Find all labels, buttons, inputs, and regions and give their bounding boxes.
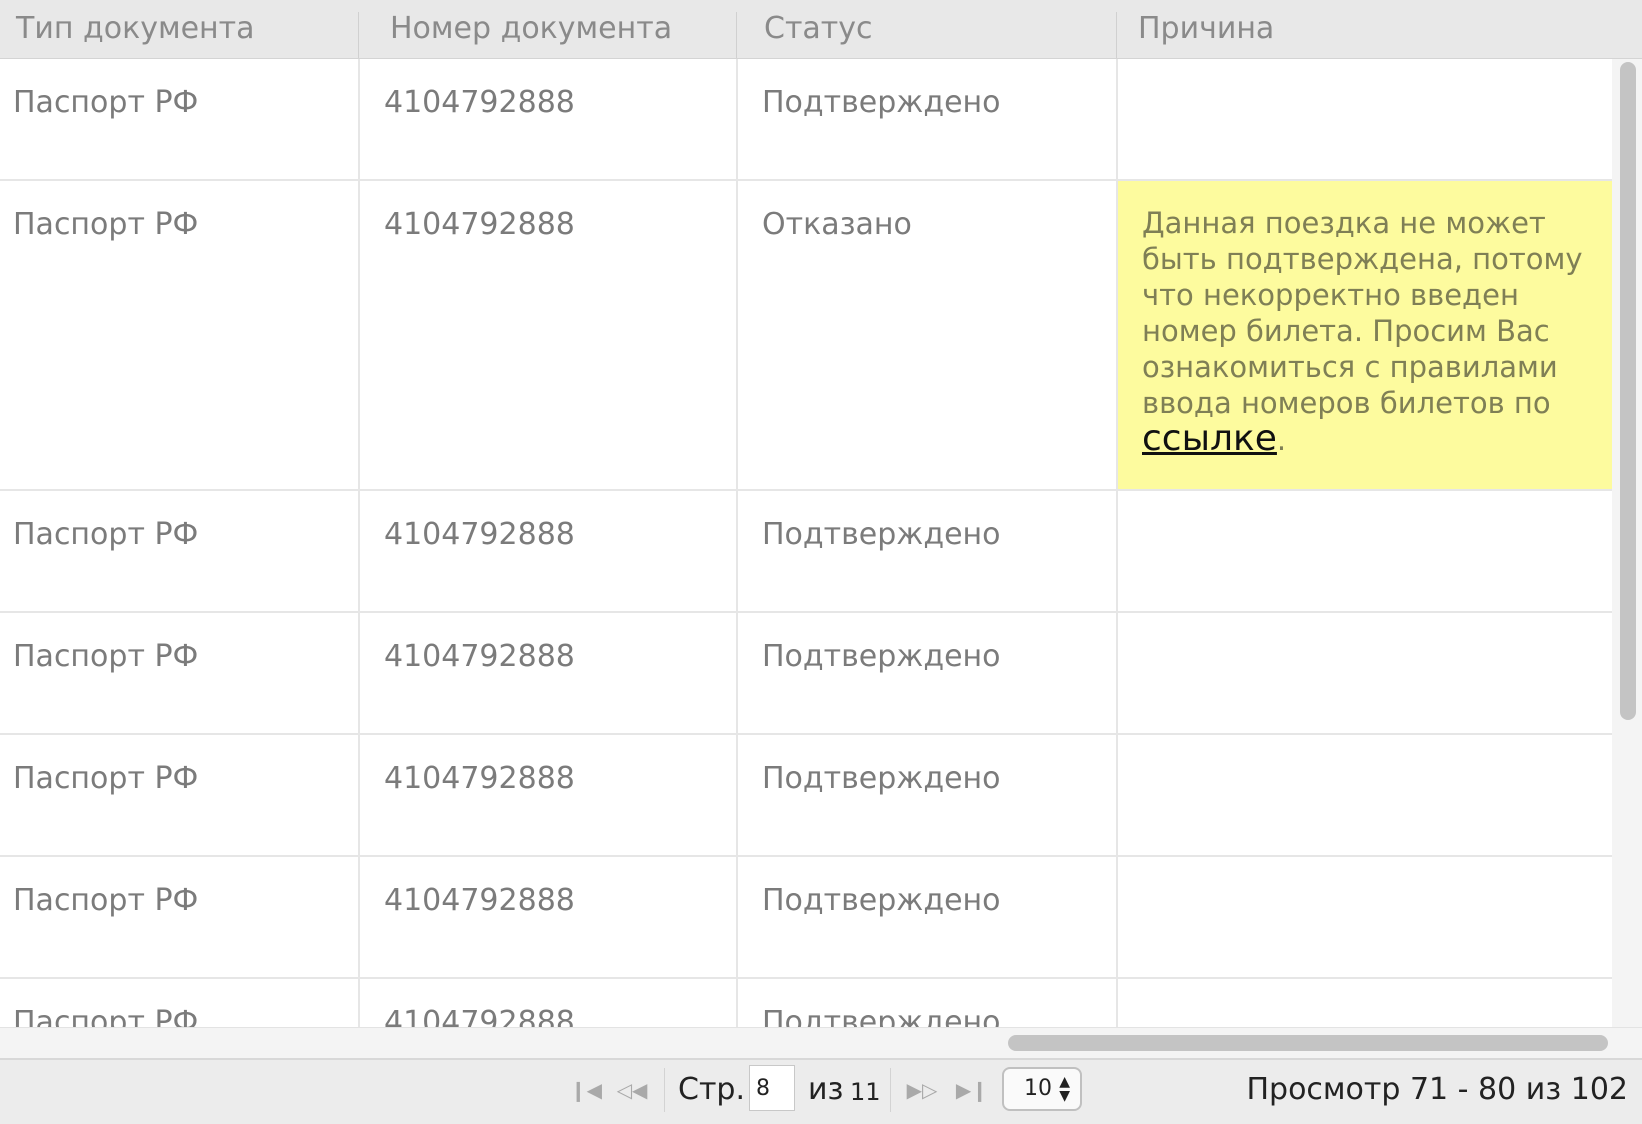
cell-reason: [1118, 59, 1612, 181]
cell-doc-number: 4104792888: [360, 613, 738, 735]
cell-status: Подтверждено: [738, 979, 1118, 1027]
cell-doc-number: 4104792888: [360, 491, 738, 613]
table-row[interactable]: Паспорт РФ 4104792888 Подтверждено: [0, 979, 1612, 1027]
page-number-input[interactable]: [749, 1065, 795, 1111]
reason-period: .: [1276, 423, 1287, 457]
cell-doc-number: 4104792888: [360, 59, 738, 181]
records-info: Просмотр 71 - 80 из 102: [1246, 1072, 1628, 1107]
table-row[interactable]: Паспорт РФ 4104792888 Подтверждено: [0, 59, 1612, 181]
cell-doc-type: Паспорт РФ: [0, 613, 360, 735]
cell-doc-type: Паспорт РФ: [0, 979, 360, 1027]
vertical-scrollbar-thumb[interactable]: [1620, 62, 1636, 720]
cell-doc-number: 4104792888: [360, 181, 738, 491]
next-page-icon[interactable]: ▶▷: [904, 1074, 940, 1106]
cell-doc-number: 4104792888: [360, 979, 738, 1027]
cell-doc-number: 4104792888: [360, 857, 738, 979]
cell-status: Подтверждено: [738, 613, 1118, 735]
cell-status: Отказано: [738, 181, 1118, 491]
pager: ❙◀ ◁◀ Стр. из 11 ▶▷ ▶❙ 10 ▲▼ Просмотр 71…: [0, 1058, 1642, 1124]
table-row[interactable]: Паспорт РФ 4104792888 Подтверждено: [0, 735, 1612, 857]
prev-page-icon[interactable]: ◁◀: [614, 1074, 650, 1106]
table-row[interactable]: Паспорт РФ 4104792888 Подтверждено: [0, 857, 1612, 979]
column-header-doc-type[interactable]: Тип документа: [16, 0, 255, 58]
column-header-reason[interactable]: Причина: [1138, 0, 1274, 58]
total-pages: 11: [850, 1078, 881, 1106]
horizontal-scrollbar-thumb[interactable]: [1008, 1035, 1608, 1051]
table-row[interactable]: Паспорт РФ 4104792888 Подтверждено: [0, 491, 1612, 613]
column-header-status[interactable]: Статус: [764, 0, 873, 58]
cell-status: Подтверждено: [738, 735, 1118, 857]
cell-doc-type: Паспорт РФ: [0, 181, 360, 491]
cell-reason: [1118, 979, 1612, 1027]
of-label: из: [808, 1072, 844, 1107]
column-header-doc-number[interactable]: Номер документа: [390, 0, 672, 58]
last-page-icon[interactable]: ▶❙: [954, 1074, 990, 1106]
cell-reason: [1118, 613, 1612, 735]
cell-doc-type: Паспорт РФ: [0, 59, 360, 181]
cell-reason: [1118, 491, 1612, 613]
table-row[interactable]: Паспорт РФ 4104792888 Подтверждено: [0, 613, 1612, 735]
cell-doc-type: Паспорт РФ: [0, 857, 360, 979]
grid-header: Тип документа Номер документа Статус При…: [0, 0, 1642, 59]
select-arrows-icon: ▲ ▼: [1059, 1074, 1070, 1104]
page-label: Стр.: [678, 1072, 746, 1107]
cell-status: Подтверждено: [738, 857, 1118, 979]
page-size-value: 10: [1024, 1076, 1052, 1101]
rules-link[interactable]: ссылке: [1142, 418, 1277, 459]
cell-reason-highlighted: Данная поездка не может быть подтвержден…: [1118, 181, 1612, 491]
cell-doc-type: Паспорт РФ: [0, 735, 360, 857]
cell-doc-type: Паспорт РФ: [0, 491, 360, 613]
cell-status: Подтверждено: [738, 59, 1118, 181]
cell-reason: [1118, 735, 1612, 857]
first-page-icon[interactable]: ❙◀: [568, 1074, 604, 1106]
cell-reason: [1118, 857, 1612, 979]
table-row[interactable]: Паспорт РФ 4104792888 Отказано Данная по…: [0, 181, 1612, 491]
page-size-select[interactable]: 10 ▲ ▼: [1002, 1067, 1082, 1111]
reason-text: Данная поездка не может быть подтвержден…: [1142, 206, 1583, 420]
data-grid: Тип документа Номер документа Статус При…: [0, 0, 1642, 1124]
cell-status: Подтверждено: [738, 491, 1118, 613]
grid-body: Паспорт РФ 4104792888 Подтверждено Паспо…: [0, 59, 1612, 1027]
cell-doc-number: 4104792888: [360, 735, 738, 857]
